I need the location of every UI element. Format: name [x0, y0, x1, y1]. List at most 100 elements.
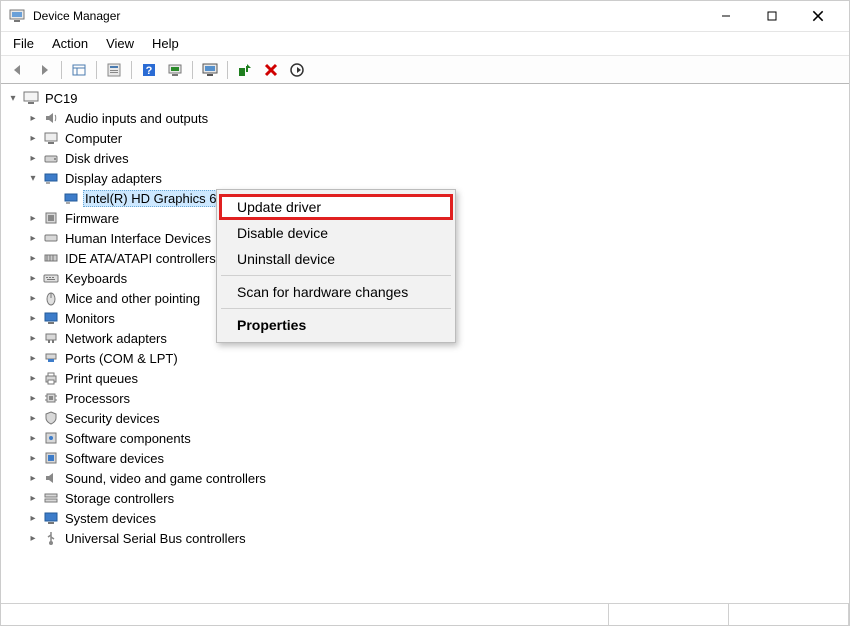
software-icon	[43, 430, 59, 446]
show-hidden-button[interactable]	[68, 59, 90, 81]
chevron-right-icon[interactable]: ▸	[27, 272, 39, 284]
chevron-right-icon[interactable]: ▸	[27, 112, 39, 124]
minimize-button[interactable]	[703, 1, 749, 31]
device-tree[interactable]: ▾ PC19 ▸ Audio inputs and outputs ▸ Comp…	[1, 84, 849, 603]
chevron-right-icon[interactable]: ▸	[27, 412, 39, 424]
tree-item-sound[interactable]: ▸ Sound, video and game controllers	[7, 468, 843, 488]
app-icon	[9, 8, 25, 24]
window-title: Device Manager	[33, 9, 703, 23]
chevron-right-icon[interactable]: ▸	[27, 212, 39, 224]
tree-item-computer[interactable]: ▸ Computer	[7, 128, 843, 148]
root-label: PC19	[43, 91, 80, 106]
chevron-right-icon[interactable]: ▸	[27, 512, 39, 524]
menu-help[interactable]: Help	[150, 34, 181, 53]
tree-label: Universal Serial Bus controllers	[63, 531, 248, 546]
properties-button[interactable]	[103, 59, 125, 81]
ctx-disable-device[interactable]: Disable device	[219, 220, 453, 246]
display-adapter-icon	[43, 170, 59, 186]
chevron-right-icon[interactable]: ▸	[27, 452, 39, 464]
uninstall-button[interactable]	[260, 59, 282, 81]
tree-label: Software devices	[63, 451, 166, 466]
cpu-icon	[43, 390, 59, 406]
svg-text:?: ?	[146, 65, 153, 77]
chevron-right-icon[interactable]: ▸	[27, 292, 39, 304]
tree-label: System devices	[63, 511, 158, 526]
disk-icon	[43, 150, 59, 166]
tree-label: Sound, video and game controllers	[63, 471, 268, 486]
tree-label: Audio inputs and outputs	[63, 111, 210, 126]
chevron-right-icon[interactable]: ▸	[27, 532, 39, 544]
tree-item-software-devices[interactable]: ▸ Software devices	[7, 448, 843, 468]
tree-label: Software components	[63, 431, 193, 446]
chevron-right-icon[interactable]: ▸	[27, 372, 39, 384]
printer-icon	[43, 370, 59, 386]
menu-action[interactable]: Action	[50, 34, 90, 53]
tree-item-audio[interactable]: ▸ Audio inputs and outputs	[7, 108, 843, 128]
context-menu: Update driver Disable device Uninstall d…	[216, 189, 456, 343]
maximize-button[interactable]	[749, 1, 795, 31]
software-icon	[43, 450, 59, 466]
menu-file[interactable]: File	[11, 34, 36, 53]
chevron-down-icon[interactable]: ▾	[27, 172, 39, 184]
tree-item-system[interactable]: ▸ System devices	[7, 508, 843, 528]
system-icon	[43, 510, 59, 526]
computer-icon	[43, 130, 59, 146]
tree-item-display-adapters[interactable]: ▾ Display adapters	[7, 168, 843, 188]
tree-item-processors[interactable]: ▸ Processors	[7, 388, 843, 408]
mouse-icon	[43, 290, 59, 306]
tree-item-disk[interactable]: ▸ Disk drives	[7, 148, 843, 168]
tree-label: Display adapters	[63, 171, 164, 186]
chevron-right-icon[interactable]: ▸	[27, 252, 39, 264]
firmware-icon	[43, 210, 59, 226]
tree-item-ports[interactable]: ▸ Ports (COM & LPT)	[7, 348, 843, 368]
display-adapter-icon	[63, 190, 79, 206]
chevron-right-icon[interactable]: ▸	[27, 152, 39, 164]
tree-item-security[interactable]: ▸ Security devices	[7, 408, 843, 428]
chevron-right-icon[interactable]: ▸	[27, 132, 39, 144]
tree-item-usb[interactable]: ▸ Universal Serial Bus controllers	[7, 528, 843, 548]
tree-label: Print queues	[63, 371, 140, 386]
disable-button[interactable]	[286, 59, 308, 81]
forward-button[interactable]	[33, 59, 55, 81]
tree-label: Human Interface Devices	[63, 231, 213, 246]
close-button[interactable]	[795, 1, 841, 31]
ctx-uninstall-device[interactable]: Uninstall device	[219, 246, 453, 272]
computer-icon	[23, 90, 39, 106]
chevron-right-icon[interactable]: ▸	[27, 352, 39, 364]
tree-item-software-components[interactable]: ▸ Software components	[7, 428, 843, 448]
chevron-right-icon[interactable]: ▸	[27, 492, 39, 504]
tree-label: Processors	[63, 391, 132, 406]
tree-label: Computer	[63, 131, 124, 146]
chevron-right-icon[interactable]: ▸	[27, 472, 39, 484]
chevron-down-icon[interactable]: ▾	[7, 92, 19, 104]
ctx-scan-hardware[interactable]: Scan for hardware changes	[219, 279, 453, 305]
tree-label: Mice and other pointing	[63, 291, 202, 306]
monitor-button[interactable]	[199, 59, 221, 81]
back-button[interactable]	[7, 59, 29, 81]
help-button[interactable]: ?	[138, 59, 160, 81]
chevron-right-icon[interactable]: ▸	[27, 432, 39, 444]
ide-icon	[43, 250, 59, 266]
ctx-update-driver[interactable]: Update driver	[219, 194, 453, 220]
chevron-right-icon[interactable]: ▸	[27, 332, 39, 344]
menubar: File Action View Help	[1, 31, 849, 56]
root-node[interactable]: ▾ PC19	[7, 88, 843, 108]
menu-view[interactable]: View	[104, 34, 136, 53]
tree-label: Firmware	[63, 211, 121, 226]
tree-label: Disk drives	[63, 151, 131, 166]
tree-label: Ports (COM & LPT)	[63, 351, 180, 366]
tree-item-print-queues[interactable]: ▸ Print queues	[7, 368, 843, 388]
ctx-properties[interactable]: Properties	[219, 312, 453, 338]
chevron-right-icon[interactable]: ▸	[27, 232, 39, 244]
update-driver-button[interactable]	[164, 59, 186, 81]
chevron-right-icon[interactable]: ▸	[27, 392, 39, 404]
scan-hardware-button[interactable]	[234, 59, 256, 81]
tree-label: Monitors	[63, 311, 117, 326]
tree-label: Intel(R) HD Graphics 630	[83, 190, 233, 207]
tree-label: Network adapters	[63, 331, 169, 346]
chevron-right-icon[interactable]: ▸	[27, 312, 39, 324]
blank-twisty	[47, 192, 59, 204]
tree-item-storage[interactable]: ▸ Storage controllers	[7, 488, 843, 508]
tree-label: Security devices	[63, 411, 162, 426]
storage-icon	[43, 490, 59, 506]
